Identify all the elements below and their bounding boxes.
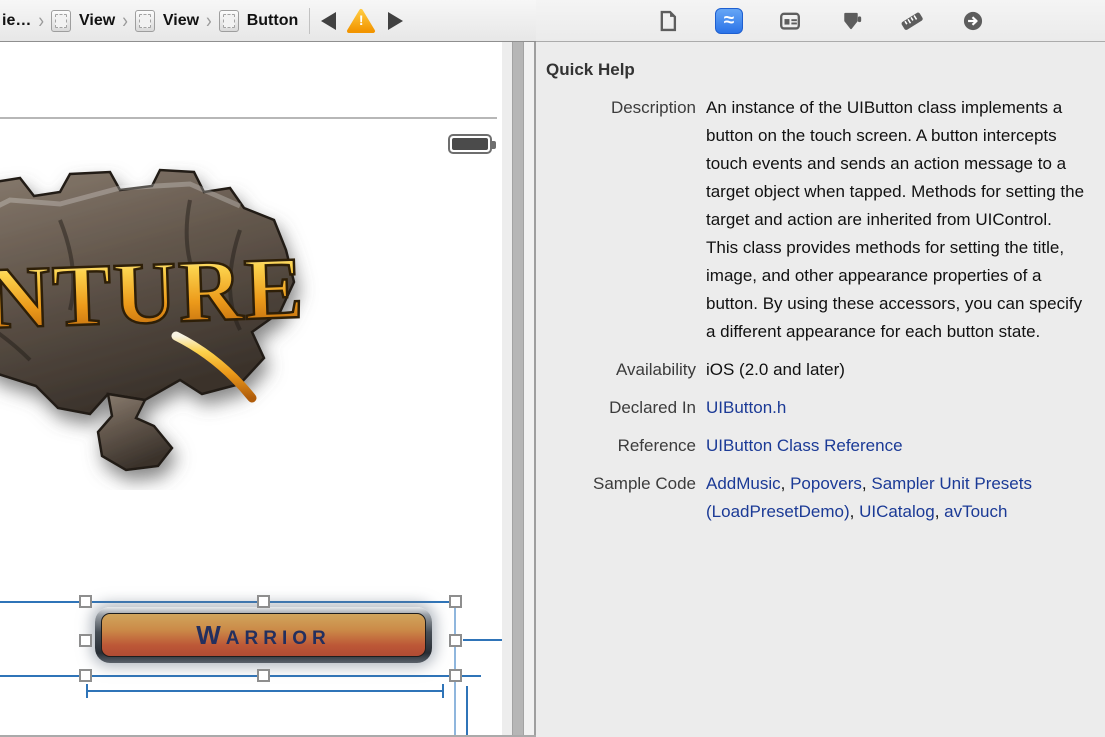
measurement-guide-cap (442, 684, 444, 698)
breadcrumb-chevron-icon: › (206, 8, 212, 32)
quick-help-link[interactable]: Popovers (790, 474, 862, 493)
xcode-window: ie… › View › View › Button ! NTURE WARRI… (0, 0, 1105, 737)
quick-help-row: Description An instance of the UIButton c… (546, 94, 1085, 346)
selection-handle-top-left[interactable] (79, 595, 92, 608)
interface-builder-canvas: NTURE WARRIOR (0, 42, 502, 737)
alignment-guide (0, 675, 481, 677)
quick-help-link[interactable]: avTouch (944, 502, 1007, 521)
measurement-guide-cap (86, 684, 88, 698)
view-placeholder-icon (218, 9, 239, 32)
row-value: UIButton.h (706, 394, 786, 422)
quick-help-inspector-icon[interactable]: ≈ (715, 7, 743, 34)
connections-inspector-icon[interactable] (959, 8, 987, 34)
warrior-button[interactable]: WARRIOR (95, 607, 432, 663)
breadcrumb-label: View (79, 11, 116, 29)
quick-help-link[interactable]: AddMusic (706, 474, 781, 493)
quick-help-row: Sample Code AddMusic, Popovers, Sampler U… (546, 470, 1085, 526)
row-value: AddMusic, Popovers, Sampler Unit Presets… (706, 474, 1032, 521)
warning-icon[interactable]: ! (346, 8, 376, 34)
quick-help-link[interactable]: UIButton Class Reference (706, 436, 903, 455)
selection-handle-mid-right[interactable] (449, 634, 462, 647)
alignment-guide (466, 686, 468, 737)
quick-help-row: Availability iOS (2.0 and later) (546, 356, 1085, 384)
breadcrumb-label: View (162, 11, 200, 29)
selection-handle-bottom-center[interactable] (257, 669, 270, 682)
breadcrumb-item-view[interactable]: View (51, 9, 116, 32)
row-label: Sample Code (592, 474, 696, 493)
row-value: UIButton Class Reference (706, 432, 903, 460)
selection-handle-bottom-left[interactable] (79, 669, 92, 682)
alignment-guide (454, 595, 456, 737)
quick-help-row: Reference UIButton Class Reference (546, 432, 1085, 460)
row-label: Availability (615, 360, 696, 379)
breadcrumb-item-view[interactable]: View (134, 9, 200, 32)
selection-handle-mid-left[interactable] (79, 634, 92, 647)
previous-issue-arrow-icon[interactable] (321, 11, 337, 30)
selection-handle-top-right[interactable] (449, 595, 462, 608)
breadcrumb-chevron-icon: › (122, 8, 128, 32)
quick-help-glyph: ≈ (723, 10, 735, 31)
status-bar-top-line (0, 117, 497, 119)
row-value: iOS (2.0 and later) (706, 360, 845, 379)
canvas-margin (502, 42, 512, 737)
panel-margin (524, 42, 534, 737)
row-label: Description (610, 98, 696, 117)
alignment-guide (0, 601, 452, 603)
quick-help-panel: Quick Help Description An instance of the… (536, 42, 1105, 737)
view-placeholder-icon (134, 9, 155, 32)
quick-help-link[interactable]: UICatalog (859, 502, 935, 521)
jump-bar: ie… › View › View › Button ! (0, 0, 536, 42)
file-inspector-icon[interactable] (654, 8, 682, 34)
attributes-inspector-icon[interactable] (837, 8, 865, 34)
vertical-scrollbar[interactable] (512, 42, 524, 737)
breadcrumb-label: Button (246, 11, 299, 29)
size-inspector-icon[interactable] (898, 8, 926, 34)
adventure-logo-image: NTURE (0, 168, 308, 472)
selection-handle-bottom-right[interactable] (449, 669, 462, 682)
quick-help-link[interactable]: UIButton.h (706, 398, 786, 417)
quick-help-title: Quick Help (546, 60, 635, 79)
warrior-button-face: WARRIOR (101, 613, 426, 657)
warrior-button-label: WARRIOR (196, 619, 331, 650)
quick-help-rows: Description An instance of the UIButton c… (546, 94, 1085, 526)
jump-bar-separator (309, 7, 311, 34)
measurement-guide (86, 690, 444, 692)
inspector-toolbar: ≈ (536, 0, 1105, 42)
jump-bar-items: ie… › View › View › Button (2, 8, 299, 32)
breadcrumb-chevron-icon: › (38, 8, 45, 32)
alignment-guide (463, 639, 502, 641)
logo-text: NTURE (0, 240, 307, 348)
quick-help-row: Declared In UIButton.h (546, 394, 1085, 422)
selection-handle-top-center[interactable] (257, 595, 270, 608)
breadcrumb-item-button[interactable]: Button (218, 9, 299, 32)
row-value: An instance of the UIButton class implem… (706, 98, 1085, 341)
identity-inspector-icon[interactable] (776, 8, 804, 34)
row-label: Declared In (609, 398, 696, 417)
breadcrumb-label: ie… (2, 11, 32, 29)
row-label: Reference (617, 436, 696, 455)
next-issue-arrow-icon[interactable] (388, 11, 404, 30)
view-placeholder-icon (51, 9, 72, 32)
battery-icon (448, 134, 496, 154)
breadcrumb-item-ie[interactable]: ie… (2, 12, 31, 30)
